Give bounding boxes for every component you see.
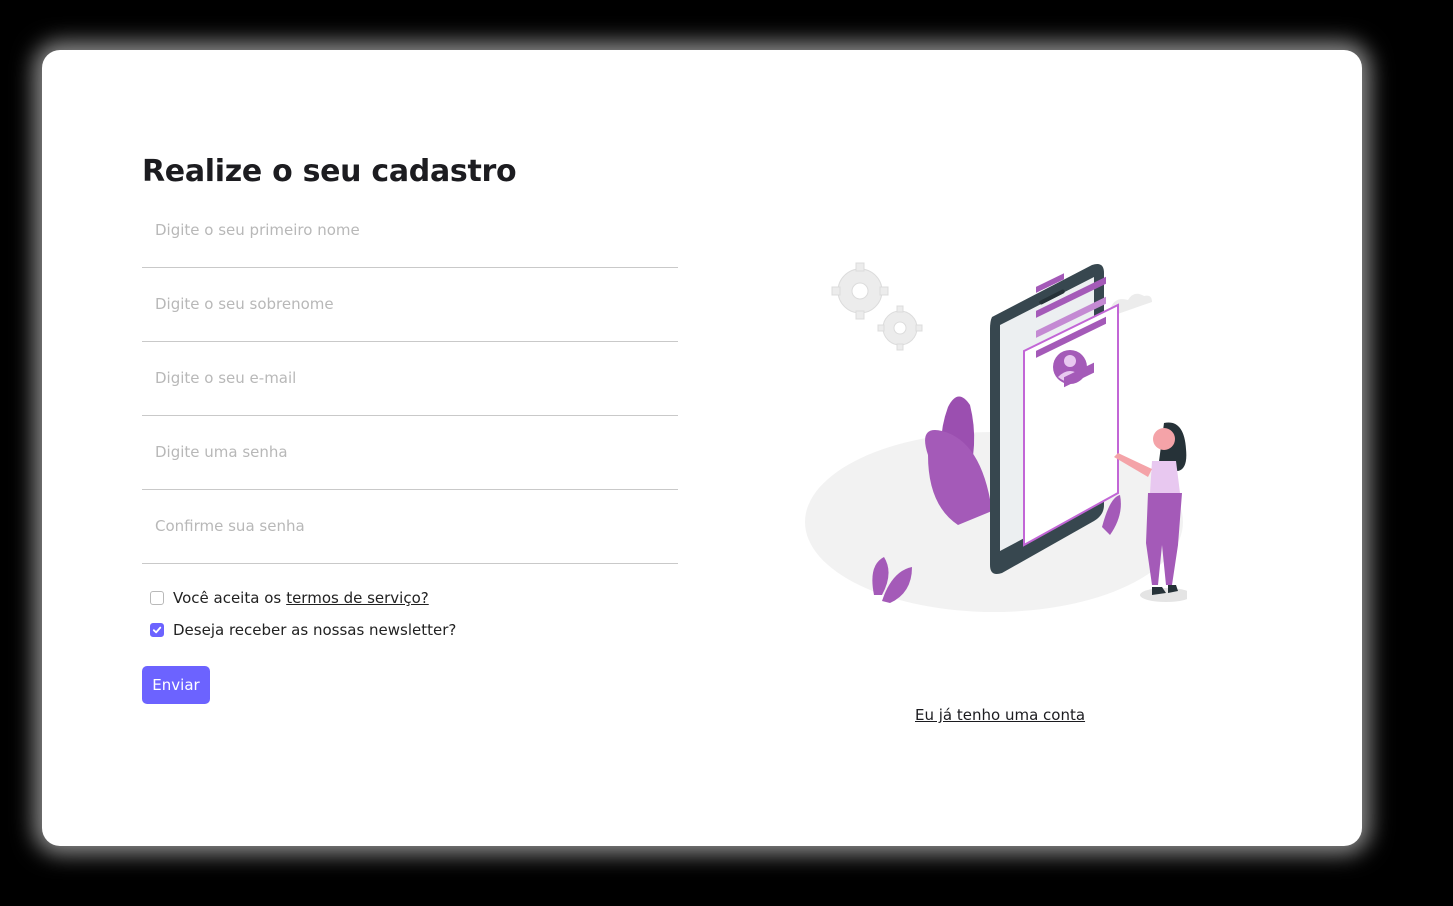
email-field xyxy=(142,342,678,416)
email-input[interactable] xyxy=(142,342,678,414)
terms-link[interactable]: termos de serviço? xyxy=(286,589,429,607)
newsletter-checkbox[interactable] xyxy=(150,623,164,637)
password-input[interactable] xyxy=(142,416,678,488)
terms-label: Você aceita os xyxy=(173,589,282,607)
password-field xyxy=(142,416,678,490)
submit-button[interactable]: Enviar xyxy=(142,666,210,704)
login-link[interactable]: Eu já tenho uma conta xyxy=(915,706,1085,724)
signup-form: Realize o seu cadastro Você aceita os te… xyxy=(142,150,678,704)
first-name-field xyxy=(142,194,678,268)
gear-icon xyxy=(831,262,889,320)
last-name-input[interactable] xyxy=(142,268,678,340)
page-title: Realize o seu cadastro xyxy=(142,154,517,189)
terms-checkbox[interactable] xyxy=(150,591,164,605)
signup-phone-illustration xyxy=(805,262,1187,612)
newsletter-row: Deseja receber as nossas newsletter? xyxy=(142,614,678,646)
terms-row: Você aceita os termos de serviço? xyxy=(142,582,678,614)
last-name-field xyxy=(142,268,678,342)
signup-card: Realize o seu cadastro Você aceita os te… xyxy=(42,50,1362,846)
confirm-password-input[interactable] xyxy=(142,490,678,562)
confirm-password-field xyxy=(142,490,678,564)
first-name-input[interactable] xyxy=(142,194,678,266)
check-icon xyxy=(152,626,162,634)
newsletter-label: Deseja receber as nossas newsletter? xyxy=(173,621,457,639)
gear-small-icon xyxy=(877,305,923,351)
checkbox-group: Você aceita os termos de serviço? Deseja… xyxy=(142,582,678,646)
